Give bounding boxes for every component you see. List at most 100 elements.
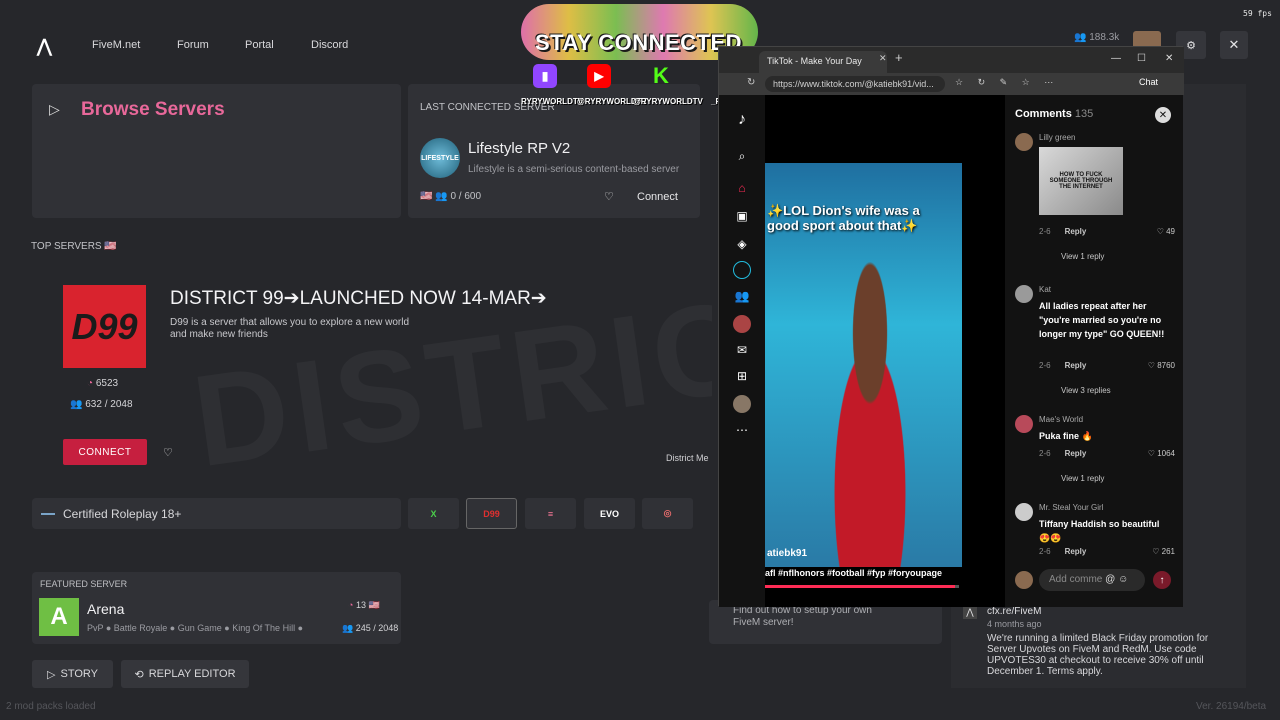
video-username[interactable]: atiebk91 [767,548,807,559]
inbox-icon[interactable]: ✉ [733,341,751,359]
comment-meta: 2-6 Reply [1039,361,1086,370]
likes-value: 1064 [1157,449,1175,458]
server-chip-3[interactable]: ≡ [525,498,576,529]
featured-upvotes: ◔ 13 🇺🇸 [348,600,380,610]
search-icon[interactable]: ⌕ [733,147,751,165]
connect-button[interactable]: Connect [637,191,678,203]
commenter-avatar[interactable] [1015,133,1033,151]
commenter-avatar[interactable] [1015,415,1033,433]
tab-tiktok[interactable]: TikTok - Make Your Day [759,51,887,73]
profile-avatar[interactable] [733,395,751,413]
player-count: 👥 188.3k [1074,32,1120,43]
commenter-avatar[interactable] [1015,503,1033,521]
maximize-icon[interactable]: ☐ [1137,53,1146,64]
server-tag: District Me [666,453,709,463]
copilot-chat-button[interactable]: Chat [1139,77,1158,87]
upvote-icon: ◔ [87,378,94,389]
story-button[interactable]: ▷ STORY [32,660,113,688]
shop-icon[interactable]: ▣ [733,207,751,225]
comment-author[interactable]: Lilly green [1039,133,1075,142]
like-count[interactable]: ♡ 261 [1152,547,1175,556]
add-comment-placeholder: Add comme [1049,574,1103,585]
reply-button[interactable]: Reply [1065,361,1087,370]
video-progress[interactable] [765,585,959,588]
server-chip-4[interactable]: EVO [584,498,635,529]
server-chip-1[interactable]: X [408,498,459,529]
server-chip-5[interactable]: ◎ [642,498,693,529]
following-icon[interactable]: 👥 [733,287,751,305]
mod-packs-status: 2 mod packs loaded [6,701,96,712]
like-count[interactable]: ♡ 1064 [1148,449,1175,458]
close-icon[interactable]: ✕ [1220,31,1248,59]
refresh-icon[interactable]: ↻ [747,77,755,88]
home-icon[interactable]: ⌂ [733,179,751,197]
toolbar-icons[interactable]: ☆ ↻ ✎ ☆ ⋯ [955,77,1059,88]
news-author[interactable]: cfx.re/FiveM [987,606,1041,617]
commenter-avatar[interactable] [1015,285,1033,303]
upload-icon[interactable]: ⊞ [733,367,751,385]
replay-label: REPLAY EDITOR [148,668,236,680]
tab-close-icon[interactable]: ✕ [879,53,887,64]
mention-icon[interactable]: @ [1105,574,1115,585]
explore-icon[interactable]: ◈ [733,235,751,253]
new-tab-icon[interactable]: + [895,50,903,65]
like-count[interactable]: ♡ 49 [1157,227,1175,236]
nav-forum[interactable]: Forum [177,39,209,51]
address-row: ↻ https://www.tiktok.com/@katiebk91/vid.… [719,73,1184,95]
view-replies[interactable]: View 1 reply [1061,252,1104,261]
minimize-icon[interactable]: — [1111,53,1121,64]
browser-window[interactable]: TikTok - Make Your Day ✕ + — ☐ ✕ ↻ https… [718,46,1184,607]
top-server-hero[interactable]: DISTRICT D99 DISTRICT 99➔LAUNCHED NOW 14… [32,262,712,488]
friends-icon[interactable] [733,315,751,333]
reply-button[interactable]: Reply [1065,547,1087,556]
video-caption: ✨LOL Dion's wife was a good sport about … [767,203,920,233]
news-time: 4 months ago [987,619,1042,629]
view-replies[interactable]: View 1 reply [1061,474,1104,483]
send-icon[interactable]: ↑ [1153,571,1171,589]
story-label: STORY [60,668,98,680]
browse-servers-panel[interactable]: ▷ Browse Servers [32,84,401,218]
reply-button[interactable]: Reply [1065,449,1087,458]
add-comment-input[interactable]: Add comme @ ☺ [1039,569,1145,591]
view-replies[interactable]: View 3 replies [1061,386,1111,395]
heart-icon[interactable]: ♡ [604,190,614,203]
connect-button[interactable]: CONNECT [63,439,147,465]
overlay-title: STAY CONNECTED [535,30,743,55]
tiktok-sidebar: ♪ ⌕ ⌂ ▣ ◈ 👥 ✉ ⊞ ⋯ [719,95,765,607]
featured-header: FEATURED SERVER [40,579,128,589]
comment-date: 2-6 [1039,449,1051,458]
featured-modes: PvP ● Battle Royale ● Gun Game ● King Of… [87,623,303,633]
reply-button[interactable]: Reply [1065,227,1087,236]
arena-logo: A [39,598,79,636]
fivem-logo-icon[interactable]: ⋀ [37,36,53,56]
video-hashtags[interactable]: afl #nflhonors #football #fyp #foryoupag… [765,568,942,578]
window-close-icon[interactable]: ✕ [1165,53,1173,64]
live-icon[interactable] [733,261,751,279]
comments-title: Comments [1015,108,1072,120]
tiktok-logo-icon[interactable]: ♪ [733,111,751,129]
nav-portal[interactable]: Portal [245,39,274,51]
setup-text: Find out how to setup your own FiveM ser… [733,605,872,628]
nav-discord[interactable]: Discord [311,39,348,51]
category-certified-roleplay[interactable]: Certified Roleplay 18+ [32,498,401,529]
twitch-icon: ▮ [533,64,557,88]
tiktok-video[interactable]: ✨LOL Dion's wife was a good sport about … [765,95,1005,607]
more-icon[interactable]: ⋯ [733,421,751,439]
my-avatar [1015,571,1033,589]
comment-author[interactable]: Kat [1039,285,1051,294]
replay-editor-button[interactable]: ⟲ REPLAY EDITOR [121,660,249,688]
like-count[interactable]: ♡ 8760 [1148,361,1175,370]
comment-author[interactable]: Mr. Steal Your Girl [1039,503,1103,512]
close-comments-icon[interactable]: ✕ [1155,107,1171,123]
nav-fivem[interactable]: FiveM.net [92,39,140,51]
emoji-icon[interactable]: ☺ [1118,574,1128,585]
server-chip-2[interactable]: D99 [466,498,517,529]
comment-meta: 2-6 Reply [1039,227,1086,236]
players-value: 0 / 600 [450,191,482,202]
comment-author[interactable]: Mae's World [1039,415,1083,424]
address-bar[interactable]: https://www.tiktok.com/@katiebk91/vid... [765,76,945,92]
likes-value: 49 [1166,227,1175,236]
comments-panel: Comments 135 ✕ Lilly green HOW TO FUCK S… [1005,95,1183,607]
heart-icon[interactable]: ♡ [163,446,173,459]
featured-server-panel[interactable]: FEATURED SERVER A Arena PvP ● Battle Roy… [32,572,401,644]
